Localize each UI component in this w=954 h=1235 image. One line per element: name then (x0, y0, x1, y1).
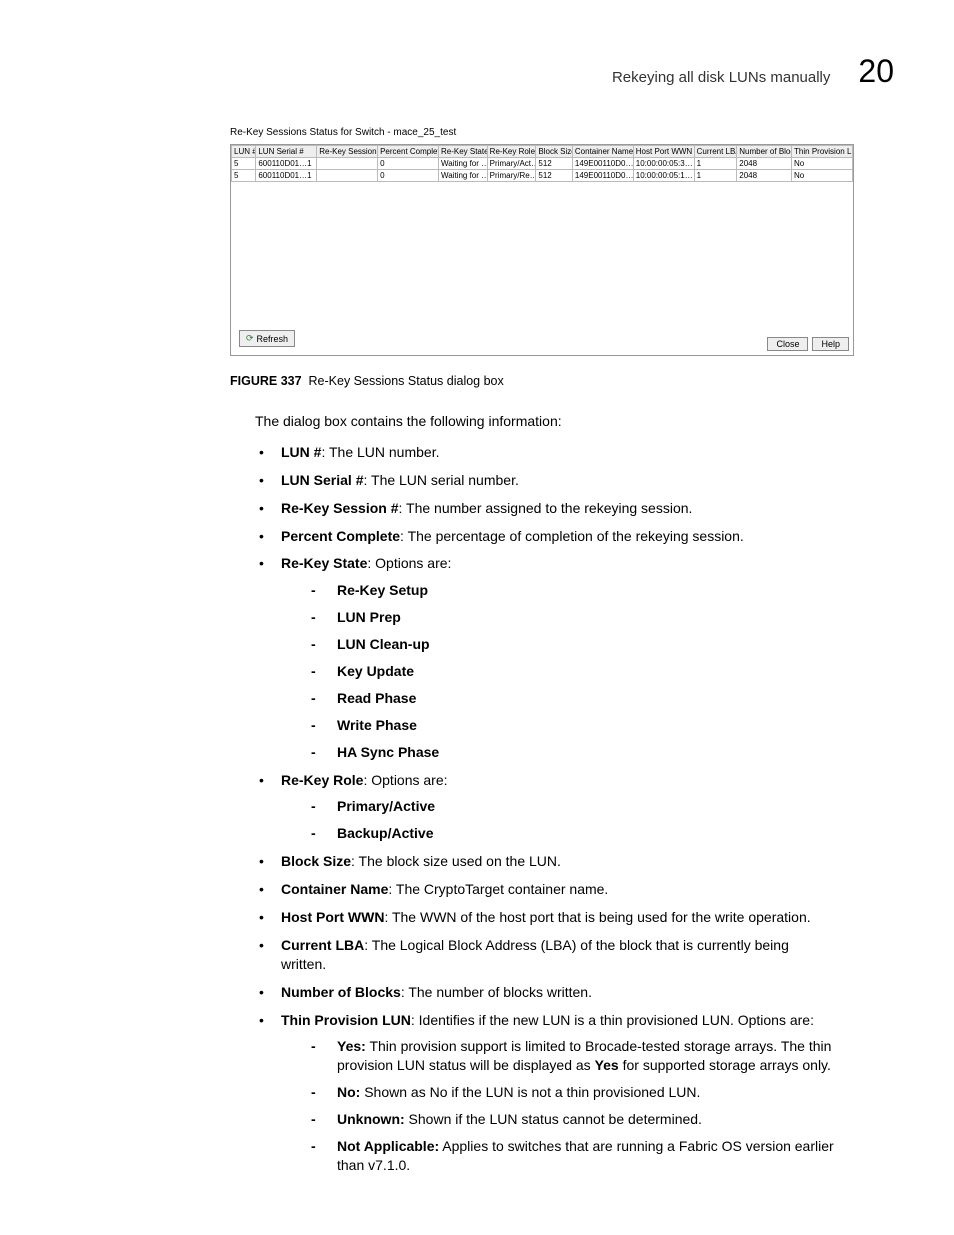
page-header: Rekeying all disk LUNs manually 20 (60, 55, 894, 87)
col-block[interactable]: Block Size (536, 146, 573, 158)
list-item: LUN #: The LUN number. (255, 443, 834, 462)
col-serial[interactable]: LUN Serial # (256, 146, 317, 158)
sub-list-item: Unknown: Shown if the LUN status cannot … (281, 1110, 834, 1129)
list-item: Current LBA: The Logical Block Address (… (255, 936, 834, 974)
list-item: Re-Key Role: Options are:Primary/ActiveB… (255, 771, 834, 844)
table-row[interactable]: 5600110D01…10Waiting for …Primary/Act…51… (232, 158, 853, 170)
intro-text: The dialog box contains the following in… (255, 412, 834, 431)
dialog-title: Re-Key Sessions Status for Switch - mace… (230, 127, 854, 138)
sub-list-item: Yes: Thin provision support is limited t… (281, 1037, 834, 1075)
sub-list-item: Primary/Active (281, 797, 834, 816)
col-thin[interactable]: Thin Provision LUN (792, 146, 853, 158)
col-wwn[interactable]: Host Port WWN (633, 146, 694, 158)
figure-caption: FIGURE 337 Re-Key Sessions Status dialog… (230, 374, 894, 388)
sub-list-item: LUN Clean-up (281, 635, 834, 654)
list-item: Thin Provision LUN: Identifies if the ne… (255, 1011, 834, 1175)
sub-list-item: Re-Key Setup (281, 581, 834, 600)
sub-list-item: HA Sync Phase (281, 743, 834, 762)
sub-list-item: No: Shown as No if the LUN is not a thin… (281, 1083, 834, 1102)
figure-text: Re-Key Sessions Status dialog box (309, 374, 504, 388)
list-item: Percent Complete: The percentage of comp… (255, 527, 834, 546)
help-button[interactable]: Help (812, 337, 849, 351)
col-session[interactable]: Re-Key Session # (317, 146, 378, 158)
sub-list-item: Key Update (281, 662, 834, 681)
sub-list-item: Backup/Active (281, 824, 834, 843)
col-lun[interactable]: LUN # (232, 146, 256, 158)
col-state[interactable]: Re-Key State (438, 146, 487, 158)
figure-label: FIGURE 337 (230, 374, 302, 388)
table-row[interactable]: 5600110D01…10Waiting for …Primary/Re…512… (232, 170, 853, 182)
list-item: Host Port WWN: The WWN of the host port … (255, 908, 834, 927)
list-item: Container Name: The CryptoTarget contain… (255, 880, 834, 899)
sub-list-item: Write Phase (281, 716, 834, 735)
col-container[interactable]: Container Name (572, 146, 633, 158)
table-header-row: LUN # LUN Serial # Re-Key Session # Perc… (232, 146, 853, 158)
sub-list-item: Not Applicable: Applies to switches that… (281, 1137, 834, 1175)
list-item: Re-Key Session #: The number assigned to… (255, 499, 834, 518)
chapter-number: 20 (858, 55, 894, 87)
list-item: Re-Key State: Options are:Re-Key SetupLU… (255, 554, 834, 761)
col-nblocks[interactable]: Number of Blocks (737, 146, 792, 158)
definition-list: LUN #: The LUN number. LUN Serial #: The … (255, 443, 834, 1175)
col-percent[interactable]: Percent Complete (378, 146, 439, 158)
col-role[interactable]: Re-Key Role (487, 146, 536, 158)
refresh-button[interactable]: Refresh (239, 330, 295, 347)
col-lba[interactable]: Current LBA (694, 146, 737, 158)
list-item: Block Size: The block size used on the L… (255, 852, 834, 871)
list-item: LUN Serial #: The LUN serial number. (255, 471, 834, 490)
sub-list-item: Read Phase (281, 689, 834, 708)
section-title: Rekeying all disk LUNs manually (612, 69, 830, 86)
dialog-screenshot: Re-Key Sessions Status for Switch - mace… (230, 127, 854, 356)
body-content: The dialog box contains the following in… (255, 412, 834, 1175)
list-item: Number of Blocks: The number of blocks w… (255, 983, 834, 1002)
close-button[interactable]: Close (767, 337, 808, 351)
rekey-sessions-table: LUN # LUN Serial # Re-Key Session # Perc… (231, 145, 853, 182)
sub-list-item: LUN Prep (281, 608, 834, 627)
